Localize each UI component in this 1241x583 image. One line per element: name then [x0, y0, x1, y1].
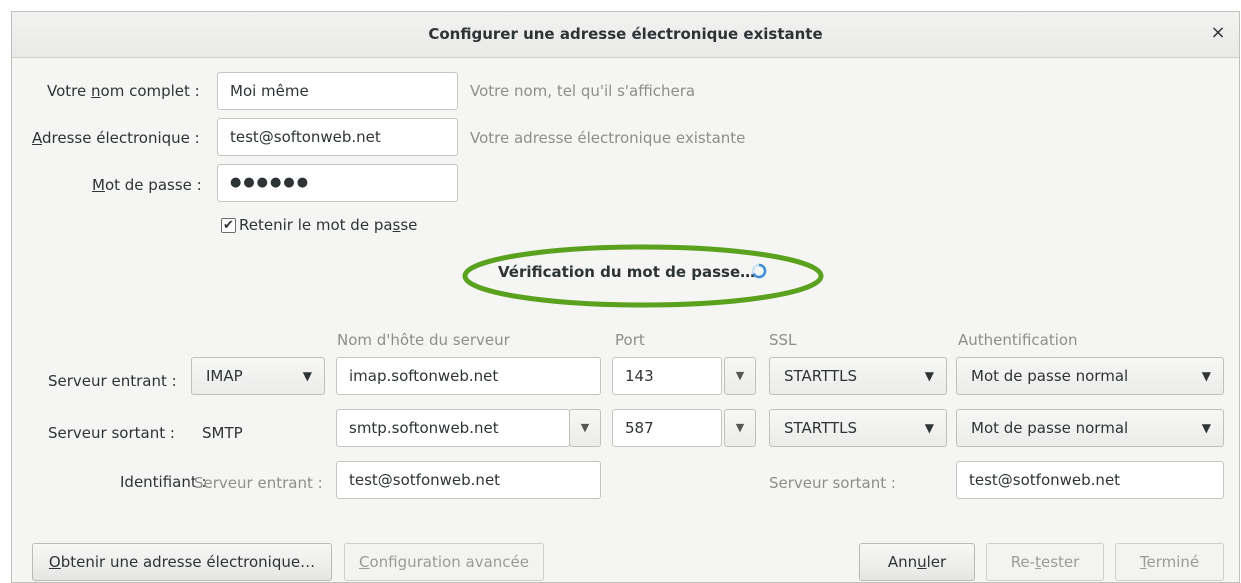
close-icon[interactable]: ×: [1207, 22, 1229, 44]
identifier-outgoing-label: Serveur sortant :: [769, 474, 896, 492]
password-input[interactable]: ●●●●●●: [217, 164, 458, 202]
outgoing-server-label: Serveur sortant :: [48, 424, 175, 442]
remember-password-label[interactable]: Retenir le mot de passe: [239, 216, 417, 234]
remember-password-checkbox[interactable]: ✔: [221, 218, 236, 233]
header-ssl: SSL: [769, 331, 797, 349]
get-new-address-button[interactable]: Obtenir une adresse électronique…: [32, 543, 332, 581]
retest-button[interactable]: Re-tester: [986, 543, 1104, 581]
done-button[interactable]: Terminé: [1115, 543, 1224, 581]
incoming-username-input[interactable]: test@sotfonweb.net: [336, 461, 601, 499]
email-input[interactable]: test@softonweb.net: [217, 118, 458, 156]
spinner-icon: [751, 263, 767, 279]
chevron-down-icon: ▼: [1201, 369, 1211, 383]
outgoing-protocol-label: SMTP: [202, 424, 243, 442]
chevron-down-icon: ▼: [924, 369, 934, 383]
incoming-ssl-select[interactable]: STARTTLS ▼: [769, 357, 947, 395]
full-name-hint: Votre nom, tel qu'il s'affichera: [470, 82, 696, 100]
outgoing-ssl-select[interactable]: STARTTLS ▼: [769, 409, 947, 447]
email-hint: Votre adresse électronique existante: [470, 129, 746, 147]
chevron-down-icon: ▼: [924, 421, 934, 435]
header-port: Port: [615, 331, 645, 349]
dialog-title: Configurer une adresse électronique exis…: [428, 25, 823, 43]
outgoing-username-input[interactable]: test@sotfonweb.net: [956, 461, 1224, 499]
cancel-button[interactable]: Annuler: [859, 543, 975, 581]
outgoing-auth-select[interactable]: Mot de passe normal ▼: [956, 409, 1224, 447]
outgoing-port-dropdown[interactable]: ▼: [724, 409, 756, 447]
password-label: Mot de passe :: [92, 176, 202, 194]
email-label: Adresse électronique :: [32, 129, 200, 147]
header-hostname: Nom d'hôte du serveur: [337, 331, 510, 349]
outgoing-port-input[interactable]: 587: [612, 409, 722, 447]
incoming-port-input[interactable]: 143: [612, 357, 722, 395]
status-text: Vérification du mot de passe…: [498, 263, 756, 281]
incoming-port-dropdown[interactable]: ▼: [724, 357, 756, 395]
incoming-hostname-input[interactable]: imap.softonweb.net: [336, 357, 601, 395]
incoming-protocol-select[interactable]: IMAP ▼: [191, 357, 325, 395]
outgoing-hostname-dropdown[interactable]: ▼: [569, 409, 601, 447]
incoming-server-label: Serveur entrant :: [48, 372, 177, 390]
identifier-incoming-label: Serveur entrant :: [194, 474, 323, 492]
chevron-down-icon: ▼: [1201, 421, 1211, 435]
full-name-label: Votre nom complet :: [47, 82, 200, 100]
outgoing-hostname-input[interactable]: smtp.softonweb.net: [336, 409, 570, 447]
header-authentication: Authentification: [958, 331, 1078, 349]
incoming-auth-select[interactable]: Mot de passe normal ▼: [956, 357, 1224, 395]
full-name-input[interactable]: Moi même: [217, 72, 458, 110]
account-setup-dialog: Configurer une adresse électronique exis…: [11, 11, 1240, 583]
chevron-down-icon: ▼: [302, 369, 312, 383]
advanced-config-button[interactable]: Configuration avancée: [344, 543, 544, 581]
title-bar: Configurer une adresse électronique exis…: [12, 12, 1239, 58]
